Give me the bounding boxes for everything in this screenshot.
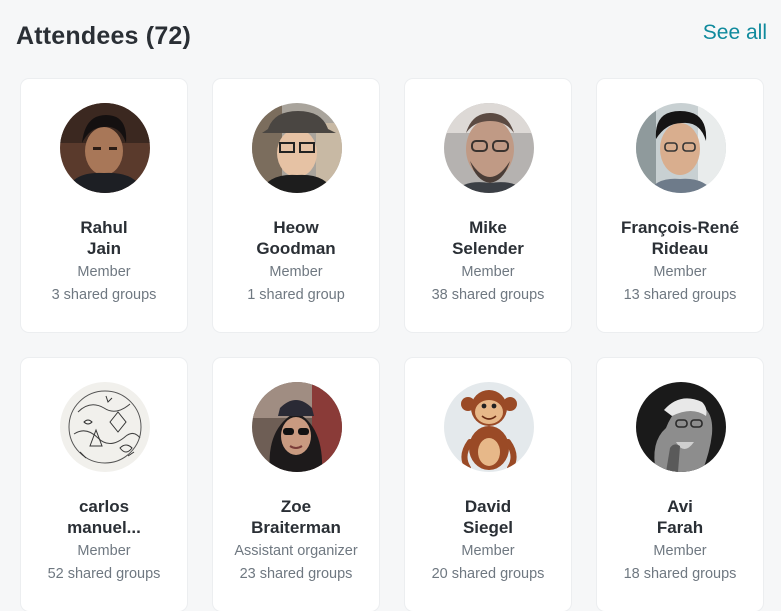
person-photo-icon <box>60 103 150 193</box>
attendee-card[interactable]: Zoe Braiterman Assistant organizer 23 sh… <box>213 358 379 611</box>
cartoon-monkey-icon <box>444 382 534 472</box>
attendee-card[interactable]: carlos manuel... Member 52 shared groups <box>21 358 187 611</box>
shared-groups: 1 shared group <box>247 287 345 303</box>
attendee-role: Member <box>77 543 131 559</box>
see-all-link[interactable]: See all <box>703 21 767 45</box>
section-title: Attendees (72) <box>16 22 192 50</box>
person-photo-icon <box>636 103 726 193</box>
attendee-name[interactable]: Zoe Braiterman <box>213 496 379 538</box>
shared-groups: 3 shared groups <box>51 287 157 303</box>
attendee-role: Member <box>461 543 515 559</box>
avatar[interactable] <box>636 382 726 472</box>
shared-groups: 23 shared groups <box>239 566 353 582</box>
attendee-card[interactable]: Heow Goodman Member 1 shared group <box>213 79 379 332</box>
attendee-name[interactable]: Mike Selender <box>405 217 571 259</box>
first-name: Mike <box>469 218 507 237</box>
first-name: carlos <box>78 497 130 516</box>
attendee-card[interactable]: Avi Farah Member 18 shared groups <box>597 358 763 611</box>
avatar[interactable] <box>444 382 534 472</box>
avatar[interactable] <box>444 103 534 193</box>
first-name: Zoe <box>280 497 312 516</box>
attendee-name[interactable]: François-René Rideau <box>597 217 763 259</box>
attendee-name[interactable]: Avi Farah <box>597 496 763 538</box>
attendee-card[interactable]: Rahul Jain Member 3 shared groups <box>21 79 187 332</box>
attendee-card[interactable]: David Siegel Member 20 shared groups <box>405 358 571 611</box>
last-name: Siegel <box>462 518 514 537</box>
first-name: Avi <box>667 497 693 516</box>
sketch-drawing-icon <box>60 382 150 472</box>
avatar[interactable] <box>60 382 150 472</box>
attendee-card[interactable]: François-René Rideau Member 13 shared gr… <box>597 79 763 332</box>
attendee-role: Member <box>269 264 323 280</box>
attendees-header: Attendees (72) See all <box>16 18 767 58</box>
attendee-card[interactable]: Mike Selender Member 38 shared groups <box>405 79 571 332</box>
attendee-name[interactable]: Rahul Jain <box>21 217 187 259</box>
shared-groups: 38 shared groups <box>431 287 545 303</box>
attendee-name[interactable]: Heow Goodman <box>213 217 379 259</box>
shared-groups: 13 shared groups <box>623 287 737 303</box>
person-photo-icon <box>444 103 534 193</box>
shared-groups: 18 shared groups <box>623 566 737 582</box>
avatar[interactable] <box>252 103 342 193</box>
last-name: Rideau <box>651 239 709 258</box>
attendee-role: Member <box>653 543 707 559</box>
avatar[interactable] <box>60 103 150 193</box>
last-name: Jain <box>86 239 122 258</box>
avatar[interactable] <box>636 103 726 193</box>
last-name: manuel... <box>67 518 141 537</box>
attendee-grid: Rahul Jain Member 3 shared groups Heow G… <box>21 79 766 611</box>
last-name: Selender <box>452 239 524 258</box>
shared-groups: 52 shared groups <box>47 566 161 582</box>
person-photo-icon <box>252 382 342 472</box>
attendee-name[interactable]: David Siegel <box>405 496 571 538</box>
first-name: François-René <box>620 218 740 237</box>
attendee-role: Member <box>461 264 515 280</box>
first-name: Heow <box>273 218 319 237</box>
shared-groups: 20 shared groups <box>431 566 545 582</box>
first-name: David <box>464 497 512 516</box>
first-name: Rahul <box>80 218 128 237</box>
attendee-role: Member <box>653 264 707 280</box>
attendee-role: Assistant organizer <box>234 543 358 559</box>
last-name: Farah <box>656 518 704 537</box>
person-photo-icon <box>252 103 342 193</box>
avatar[interactable] <box>252 382 342 472</box>
last-name: Goodman <box>256 239 336 258</box>
attendee-name[interactable]: carlos manuel... <box>21 496 187 538</box>
attendee-role: Member <box>77 264 131 280</box>
last-name: Braiterman <box>251 518 341 537</box>
person-photo-icon <box>636 382 726 472</box>
